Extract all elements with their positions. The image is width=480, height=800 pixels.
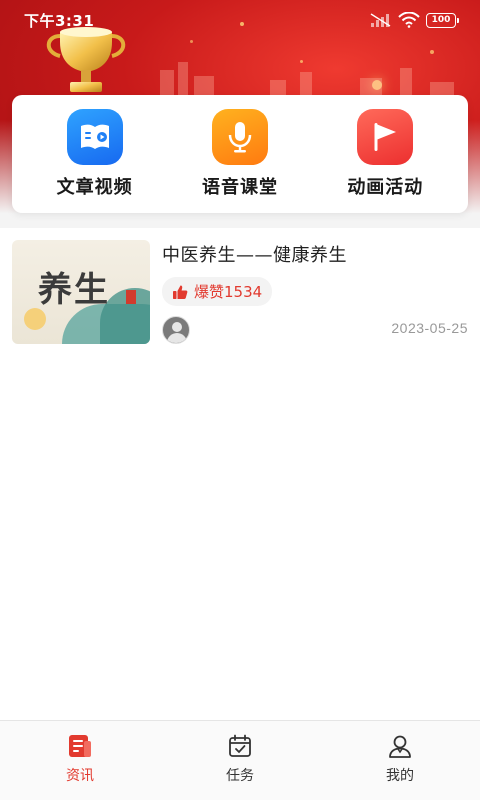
quick-action-animation-activity[interactable]: 动画活动 <box>325 109 445 199</box>
tab-label: 我的 <box>386 768 414 784</box>
article-list: 养生 中医养生——健康养生 爆赞1534 2023-05-25 <box>0 228 480 720</box>
quick-action-label: 语音课堂 <box>201 177 278 198</box>
sun-decoration <box>24 308 46 330</box>
tab-label: 任务 <box>226 768 254 784</box>
quick-actions-card: 文章视频 语音课堂 动画活动 <box>12 95 468 213</box>
wifi-icon <box>398 12 420 28</box>
quick-action-label: 文章视频 <box>56 177 133 198</box>
tab-profile[interactable]: 我的 <box>340 733 460 785</box>
battery-level: 100 <box>431 15 451 25</box>
avatar-body <box>167 333 187 343</box>
quick-action-label: 动画活动 <box>347 177 424 198</box>
article-title: 中医养生——健康养生 <box>162 245 347 266</box>
article-thumbnail: 养生 <box>12 240 150 344</box>
article-body: 中医养生——健康养生 爆赞1534 2023-05-25 <box>162 240 468 344</box>
tab-label: 资讯 <box>66 768 94 784</box>
city-skyline-decoration <box>160 62 454 98</box>
status-bar: 下午3:31 100 <box>0 0 480 40</box>
article-date: 2023-05-25 <box>391 320 468 336</box>
profile-icon <box>389 735 411 758</box>
microphone-icon <box>211 109 268 165</box>
calendar-check-icon <box>229 734 251 757</box>
quick-action-article-video[interactable]: 文章视频 <box>35 109 155 199</box>
seal-stamp <box>126 290 136 304</box>
app-screen: 下午3:31 100 文章视频 语音课堂 动画活动 养生 中医养生——健康养生 … <box>0 0 480 800</box>
battery-indicator: 100 <box>426 12 459 28</box>
book-video-icon <box>66 109 123 165</box>
signal-icon <box>370 13 391 27</box>
thumbnail-calligraphy: 养生 <box>38 270 110 310</box>
quick-action-voice-class[interactable]: 语音课堂 <box>180 109 300 199</box>
tab-tasks[interactable]: 任务 <box>180 733 300 785</box>
thumbs-up-icon <box>173 285 188 299</box>
news-icon <box>69 735 91 757</box>
tab-news[interactable]: 资讯 <box>20 733 140 785</box>
status-icons: 100 <box>370 12 459 28</box>
list-item[interactable]: 养生 中医养生——健康养生 爆赞1534 2023-05-25 <box>0 228 480 356</box>
bottom-tab-bar: 资讯 任务 我的 <box>0 720 480 800</box>
avatar-head <box>172 322 182 332</box>
flag-icon <box>357 109 414 165</box>
avatar[interactable] <box>162 316 190 344</box>
sparkle-decoration <box>190 40 193 43</box>
like-count: 爆赞1534 <box>194 283 263 301</box>
status-time: 下午3:31 <box>24 11 95 30</box>
sparkle-decoration <box>430 50 434 54</box>
like-badge[interactable]: 爆赞1534 <box>162 277 273 306</box>
